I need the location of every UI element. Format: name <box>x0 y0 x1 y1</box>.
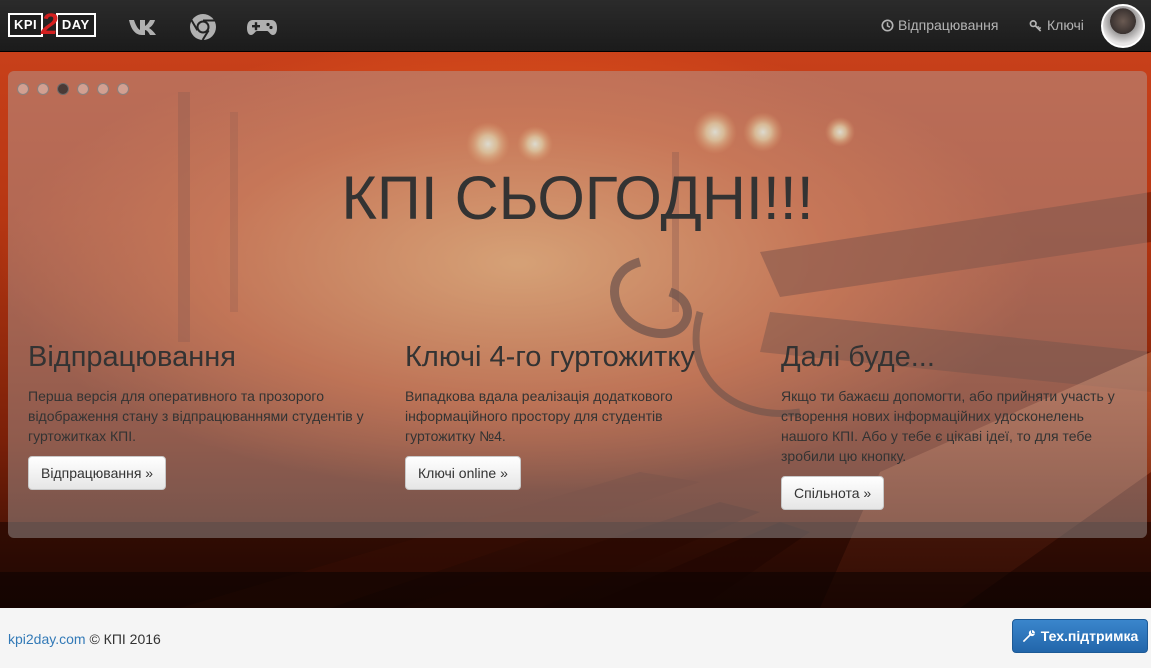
slide-dot[interactable] <box>37 83 49 95</box>
column-heading: Ключі 4-го гуртожитку <box>405 341 695 373</box>
slide-dot[interactable] <box>97 83 109 95</box>
footer-copyright: kpi2day.com © КПІ 2016 <box>8 631 161 647</box>
key-icon <box>1029 19 1042 32</box>
nav-link-vidpratsiuvannia[interactable]: Відпрацювання <box>881 17 998 33</box>
feature-column-otrabotka: Відпрацювання Перша версія для оперативн… <box>28 341 378 490</box>
logo-left: KPI <box>8 13 44 37</box>
logo-right: DAY <box>55 13 96 37</box>
nav-link-label: Відпрацювання <box>898 17 999 33</box>
slide-dot[interactable] <box>117 83 129 95</box>
column-heading: Відпрацювання <box>28 341 236 373</box>
hero-title: КПІ СЬОГОДНІ!!! <box>341 164 814 232</box>
hero-section: КПІ СЬОГОДНІ!!! Відпрацювання Перша верс… <box>0 52 1151 608</box>
top-navbar: KPI 2 DAY Відпрацювання Ключі <box>0 0 1151 52</box>
slide-dot[interactable] <box>17 83 29 95</box>
site-logo[interactable]: KPI 2 DAY <box>8 8 100 41</box>
column-text: Якщо ти бажаєш допомогти, або прийняти у… <box>781 388 1115 464</box>
slide-dot[interactable] <box>77 83 89 95</box>
community-button[interactable]: Спільнота » <box>781 476 885 510</box>
clock-icon <box>881 18 894 32</box>
column-heading: Далі буде... <box>781 341 935 373</box>
logo-middle: 2 <box>41 8 58 41</box>
nav-link-keys[interactable]: Ключі <box>1029 17 1084 33</box>
nav-link-label: Ключі <box>1047 17 1084 33</box>
gamepad-icon[interactable] <box>245 12 279 42</box>
footer-copyright-text: © КПІ 2016 <box>89 631 161 647</box>
footer-site-link[interactable]: kpi2day.com <box>8 631 86 647</box>
slide-indicators <box>17 83 129 95</box>
keys-online-button[interactable]: Ключі online » <box>405 456 521 490</box>
otrabotka-button[interactable]: Відпрацювання » <box>28 456 167 490</box>
wrench-icon <box>1022 630 1035 642</box>
slide-dot-active[interactable] <box>57 83 69 95</box>
tech-support-button[interactable]: Тех.підтримка <box>1012 619 1148 653</box>
column-text: Випадкова вдала реалізація додаткового і… <box>405 388 673 444</box>
page-footer: kpi2day.com © КПІ 2016 Тех.підтримка <box>0 608 1151 668</box>
jumbotron-panel: КПІ СЬОГОДНІ!!! Відпрацювання Перша верс… <box>8 71 1147 538</box>
vk-icon[interactable] <box>127 12 161 42</box>
support-label: Тех.підтримка <box>1040 628 1139 644</box>
feature-column-keys: Ключі 4-го гуртожитку Випадкова вдала ре… <box>405 341 735 490</box>
column-text: Перша версія для оперативного та прозоро… <box>28 388 364 444</box>
user-avatar[interactable] <box>1101 4 1145 48</box>
chrome-icon[interactable] <box>187 12 219 42</box>
feature-column-more: Далі буде... Якщо ти бажаєш допомогти, а… <box>781 341 1131 510</box>
